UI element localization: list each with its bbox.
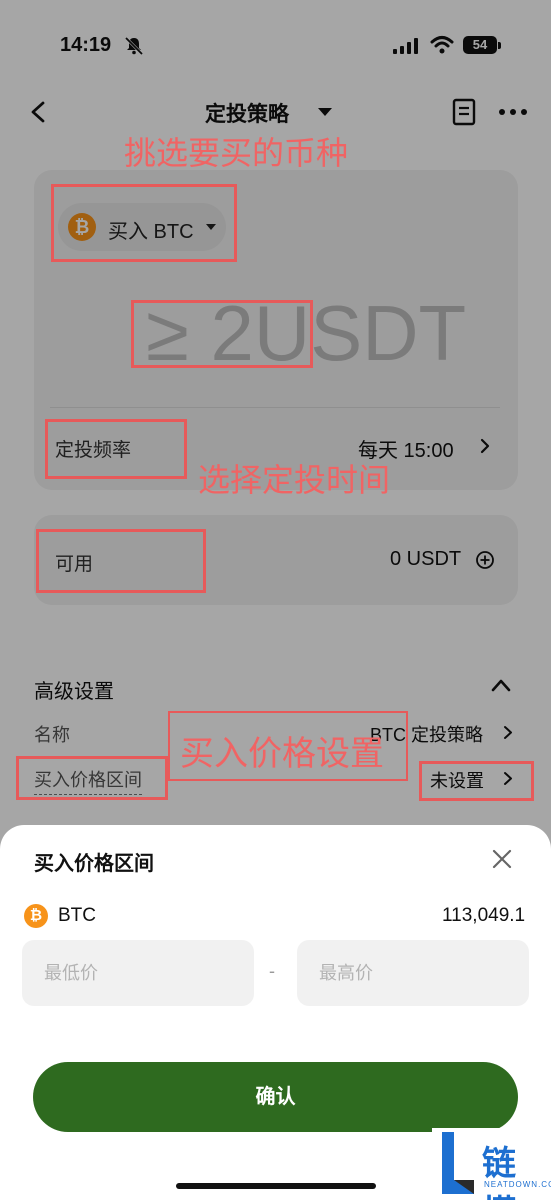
annotation-box-frequency [45,419,187,479]
bitcoin-icon: ₿ [24,904,48,928]
watermark-en: NEATDOWN.COM [484,1180,551,1189]
close-icon[interactable] [490,847,514,871]
watermark-logo: 链懂 NEATDOWN.COM [432,1128,551,1200]
confirm-button[interactable]: 确认 [33,1062,518,1132]
annotation-box-amount [131,300,313,368]
annotation-box-range-value [419,761,534,801]
sheet-coin-label: BTC [58,905,96,926]
annotation-box-available [36,529,206,593]
annotation-pick-time: 选择定投时间 [198,462,391,498]
annotation-box-coin [51,184,237,262]
logo-mark-icon [442,1132,474,1194]
watermark-cn: 链懂 [482,1145,518,1200]
sheet-coin-price: 113,049.1 [442,905,526,926]
home-indicator [176,1183,376,1189]
min-price-input[interactable] [22,940,254,1006]
annotation-box-range-label [16,756,168,800]
annotation-pick-coin: 挑选要买的币种 [124,135,349,171]
max-price-input[interactable] [297,940,529,1006]
annotation-buy-price: 买入价格设置 [180,735,384,773]
sheet-title: 买入价格区间 [34,853,154,875]
range-separator: - [269,961,275,981]
